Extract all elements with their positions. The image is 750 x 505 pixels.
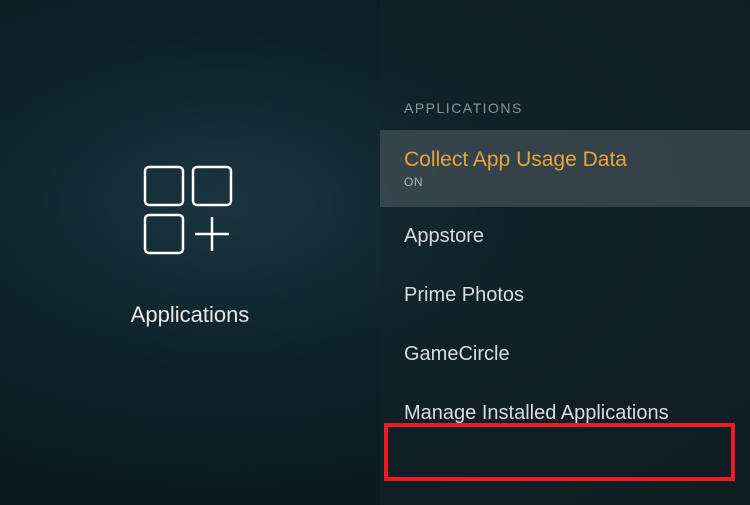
menu-item-title: Manage Installed Applications bbox=[404, 402, 726, 425]
section-header: APPLICATIONS bbox=[380, 100, 750, 130]
menu-item-title: Appstore bbox=[404, 225, 726, 248]
menu-item-gamecircle[interactable]: GameCircle bbox=[380, 325, 750, 384]
left-panel: Applications bbox=[0, 0, 380, 505]
menu-item-subtitle: ON bbox=[404, 175, 726, 189]
menu-item-manage-installed-applications[interactable]: Manage Installed Applications bbox=[380, 384, 750, 443]
menu-item-title: Prime Photos bbox=[404, 284, 726, 307]
menu-item-appstore[interactable]: Appstore bbox=[380, 207, 750, 266]
applications-icon bbox=[135, 157, 245, 272]
menu-item-collect-app-usage-data[interactable]: Collect App Usage Data ON bbox=[380, 130, 750, 207]
menu-item-title: Collect App Usage Data bbox=[404, 148, 726, 172]
left-panel-label: Applications bbox=[131, 302, 250, 328]
menu-item-prime-photos[interactable]: Prime Photos bbox=[380, 266, 750, 325]
menu-item-title: GameCircle bbox=[404, 343, 726, 366]
right-panel: APPLICATIONS Collect App Usage Data ON A… bbox=[380, 0, 750, 505]
